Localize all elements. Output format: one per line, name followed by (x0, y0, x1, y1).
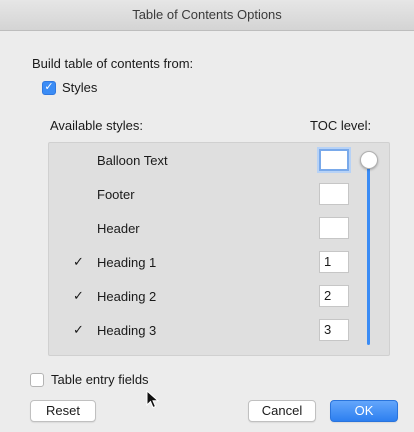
table-entry-fields-label: Table entry fields (51, 372, 149, 387)
style-name: Heading 1 (97, 254, 157, 270)
table-entry-fields-row[interactable]: Table entry fields (30, 372, 149, 387)
toc-level-label: TOC level: (310, 118, 372, 133)
check-mark: ✓ (73, 288, 84, 303)
ok-button[interactable]: OK (330, 400, 398, 422)
style-name: Header (97, 220, 140, 236)
style-row[interactable]: ✓ Heading 3 (49, 313, 309, 347)
style-row[interactable]: ✓ Heading 2 (49, 279, 309, 313)
available-styles-label: Available styles: (50, 118, 143, 133)
mouse-pointer-icon (146, 390, 160, 409)
style-list-scrollbar-track[interactable] (367, 159, 370, 345)
style-name: Footer (97, 186, 135, 202)
style-row[interactable]: ✓ Heading 1 (49, 245, 309, 279)
toc-level-field-header[interactable] (319, 217, 349, 239)
style-row[interactable]: Header (49, 211, 309, 245)
toc-level-field-heading-1[interactable]: 1 (319, 251, 349, 273)
style-name: Balloon Text (97, 152, 168, 168)
style-row[interactable]: Balloon Text (49, 143, 309, 177)
style-name: Heading 3 (97, 322, 157, 338)
styles-list-panel: Balloon Text Footer Header ✓ Heading 1 1… (48, 142, 390, 356)
cancel-button[interactable]: Cancel (248, 400, 316, 422)
window-title: Table of Contents Options (0, 0, 414, 31)
styles-checkbox-row[interactable]: ✓ Styles (42, 80, 97, 95)
reset-button[interactable]: Reset (30, 400, 96, 422)
check-mark: ✓ (73, 254, 84, 269)
build-from-label: Build table of contents from: (32, 56, 194, 71)
toc-level-field-balloon-text[interactable] (319, 149, 349, 171)
style-row[interactable]: Footer (49, 177, 309, 211)
style-list-scrollbar-knob[interactable] (360, 151, 378, 169)
toc-level-field-footer[interactable] (319, 183, 349, 205)
styles-checkbox[interactable]: ✓ (42, 80, 56, 95)
toc-level-field-heading-2[interactable]: 2 (319, 285, 349, 307)
table-entry-fields-checkbox[interactable] (30, 372, 44, 387)
style-name: Heading 2 (97, 288, 157, 304)
toc-level-field-heading-3[interactable]: 3 (319, 319, 349, 341)
check-mark: ✓ (73, 322, 84, 337)
styles-checkbox-label: Styles (62, 80, 98, 95)
